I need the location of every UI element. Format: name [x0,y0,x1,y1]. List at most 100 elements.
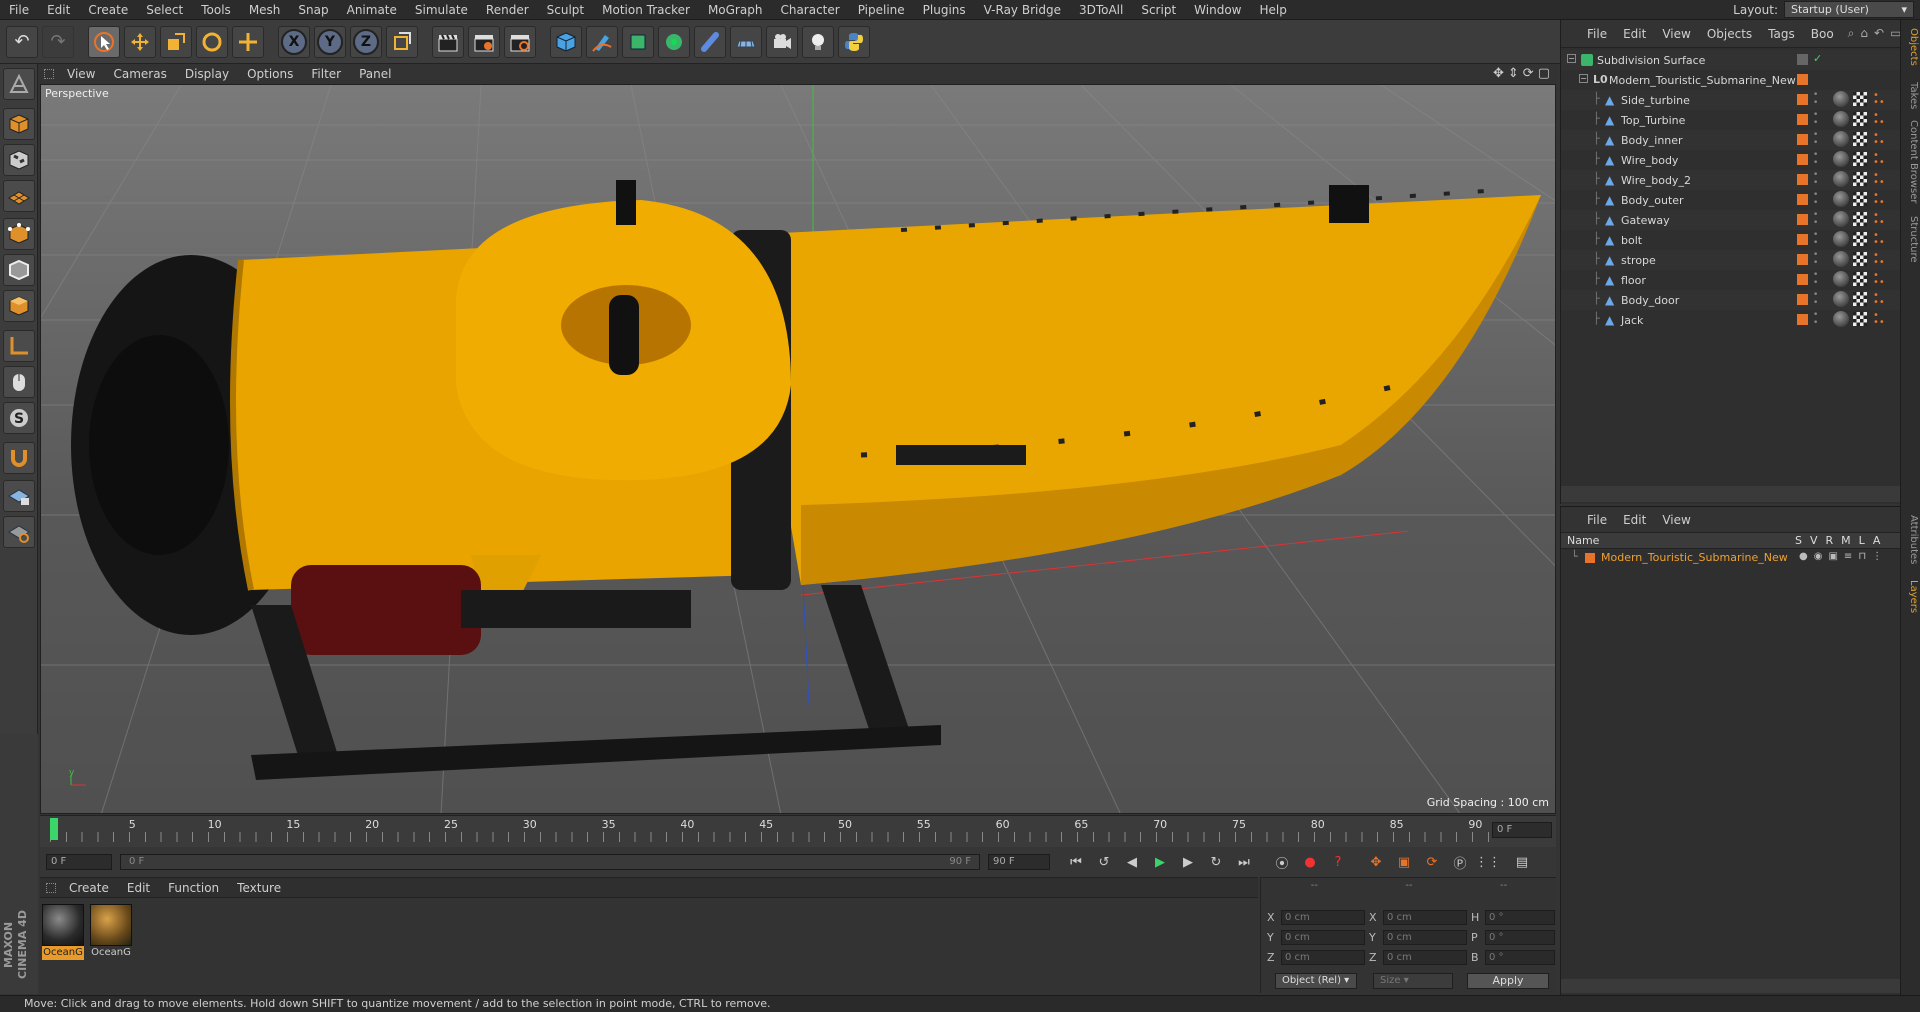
phong-tag-icon[interactable]: • •• [1873,231,1885,248]
key-pla-button[interactable]: ⋮⋮ [1475,850,1501,874]
uvw-tag-icon[interactable] [1853,272,1867,286]
uvw-tag-icon[interactable] [1853,232,1867,246]
menu-snap[interactable]: Snap [289,0,337,20]
viewport-menu-panel[interactable]: Panel [350,67,400,81]
play-button[interactable]: ▶ [1148,850,1172,874]
timeline-ruler[interactable]: 051015202530354045505560657075808590 0 F [40,815,1556,847]
tree-row-child[interactable]: ├ ▲ strope • • • •• [1561,250,1901,270]
menu-mesh[interactable]: Mesh [240,0,290,20]
transform-tool-button[interactable] [232,25,264,58]
workplane-mode-button[interactable] [3,180,35,212]
key-parameter-button[interactable]: Ⓟ [1448,850,1472,874]
uvw-tag-icon[interactable] [1853,312,1867,326]
tree-row-child[interactable]: ├ ▲ floor • • • •• [1561,270,1901,290]
position-x-field[interactable]: 0 cm [1281,910,1365,925]
object-menu-tags[interactable]: Tags [1760,27,1803,41]
current-frame-field[interactable]: 0 F [1492,822,1552,838]
start-frame-field[interactable]: 0 F [46,854,112,870]
key-rotation-button[interactable]: ⟳ [1420,850,1444,874]
next-frame-button[interactable]: ▶ [1176,850,1200,874]
uvw-tag-icon[interactable] [1853,132,1867,146]
object-menu-file[interactable]: File [1579,27,1615,41]
material-tag-icon[interactable] [1833,251,1849,267]
material-tag-icon[interactable] [1833,231,1849,247]
points-mode-button[interactable] [3,218,35,250]
light-object-button[interactable] [802,25,834,58]
3d-viewport[interactable]: y Perspective Grid Spacing : 100 cm [40,84,1556,814]
render-icon[interactable]: ▣ [1828,551,1837,562]
edges-mode-button[interactable] [3,254,35,286]
maximize-view-icon[interactable]: ▢ [1538,66,1550,81]
material-tag-icon[interactable] [1833,131,1849,147]
layer-swatch[interactable] [1797,154,1808,165]
phong-tag-icon[interactable]: • •• [1873,271,1885,288]
layout-dropdown[interactable]: Startup (User) ▾ [1784,1,1914,18]
collapse-icon[interactable]: − [1567,54,1576,63]
viewport-menu-cameras[interactable]: Cameras [104,67,175,81]
uvw-tag-icon[interactable] [1853,172,1867,186]
manager-icon[interactable]: ≡ [1844,551,1852,562]
make-editable-button[interactable] [3,68,35,100]
layer-row[interactable]: └ Modern_Touristic_Submarine_New ● ◉ ▣ ≡… [1561,549,1900,567]
x-axis-lock-button[interactable]: X [278,25,310,58]
home-icon[interactable]: ⌂ [1860,26,1868,41]
tree-row-group[interactable]: − L0 Modern_Touristic_Submarine_New [1561,70,1901,90]
menu-mograph[interactable]: MoGraph [699,0,772,20]
search-icon[interactable]: ⌕ [1848,26,1855,41]
deformer-button[interactable] [694,25,726,58]
size-y-field[interactable]: 0 cm [1383,930,1467,945]
tree-row-child[interactable]: ├ ▲ Jack • • • •• [1561,310,1901,330]
viewport-menu-display[interactable]: Display [176,67,238,81]
menu-file[interactable]: File [0,0,38,20]
viewport-menu-filter[interactable]: Filter [302,67,350,81]
uvw-tag-icon[interactable] [1853,252,1867,266]
layer-manager-scrollbar[interactable] [1561,979,1901,993]
phong-tag-icon[interactable]: • •• [1873,171,1885,188]
tab-layers[interactable]: Layers [1903,580,1919,613]
material-tag-icon[interactable] [1833,211,1849,227]
layer-swatch[interactable] [1797,74,1808,85]
layer-swatch[interactable] [1797,174,1808,185]
rotation-h-field[interactable]: 0 ° [1485,910,1555,925]
menu-select[interactable]: Select [137,0,192,20]
z-axis-lock-button[interactable]: Z [350,25,382,58]
coordinate-system-button[interactable] [386,25,418,58]
menu-plugins[interactable]: Plugins [914,0,975,20]
tab-objects[interactable]: Objects [1903,28,1919,66]
layer-swatch[interactable] [1797,234,1808,245]
visibility-dots-icon[interactable]: • • [1813,271,1818,288]
viewport-menu-view[interactable]: View [58,67,104,81]
menu-window[interactable]: Window [1185,0,1250,20]
phong-tag-icon[interactable]: • •• [1873,211,1885,228]
material-menu-create[interactable]: Create [60,881,118,895]
menu-script[interactable]: Script [1132,0,1185,20]
layer-col-solo[interactable]: S [1795,534,1802,547]
object-menu-view[interactable]: View [1654,27,1698,41]
visibility-dots-icon[interactable]: • • [1813,191,1818,208]
menu-help[interactable]: Help [1250,0,1295,20]
size-x-field[interactable]: 0 cm [1383,910,1467,925]
axis-mode-button[interactable] [3,330,35,362]
layer-menu-view[interactable]: View [1654,513,1698,527]
pen-spline-button[interactable] [586,25,618,58]
planar-workplane-button[interactable] [3,516,35,548]
size-mode-dropdown[interactable]: Size ▾ [1373,973,1453,989]
y-axis-lock-button[interactable]: Y [314,25,346,58]
dolly-view-icon[interactable]: ⇕ [1508,66,1519,81]
timeline-window-button[interactable]: ▤ [1510,850,1534,874]
visibility-dots-icon[interactable]: • • [1813,111,1818,128]
layer-col-render[interactable]: R [1826,534,1834,547]
rotation-p-field[interactable]: 0 ° [1485,930,1555,945]
polygons-mode-button[interactable] [3,290,35,322]
object-menu-bookmarks[interactable]: Boo [1803,27,1842,41]
phong-tag-icon[interactable]: • •• [1873,111,1885,128]
cube-object-button[interactable] [550,25,582,58]
visibility-dots-icon[interactable]: • • [1813,231,1818,248]
redo-button[interactable]: ↷ [42,25,74,58]
pan-view-icon[interactable]: ✥ [1493,66,1504,81]
render-picture-viewer-button[interactable] [468,25,500,58]
layer-swatch[interactable] [1797,214,1808,225]
position-y-field[interactable]: 0 cm [1281,930,1365,945]
record-button[interactable]: ● [1298,850,1322,874]
uvw-tag-icon[interactable] [1853,92,1867,106]
